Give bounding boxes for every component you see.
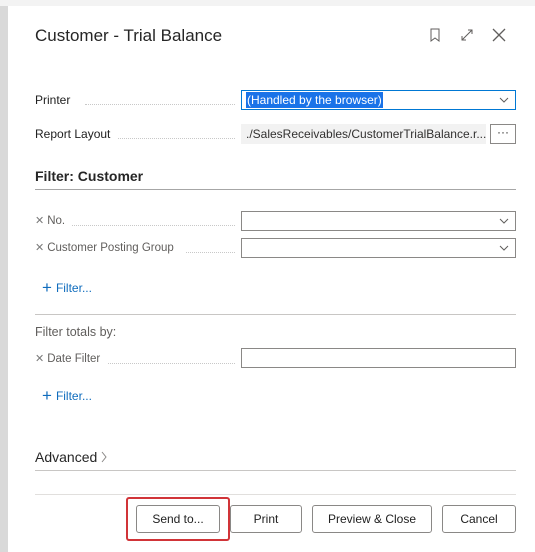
printer-leader-dots	[85, 103, 235, 105]
posting-group-leader-dots	[186, 251, 235, 253]
cancel-button[interactable]: Cancel	[442, 505, 516, 533]
footer-divider	[35, 494, 516, 495]
plus-icon: +	[42, 278, 52, 297]
remove-filter-icon[interactable]: ✕	[35, 215, 44, 227]
highlight-annotation	[126, 497, 230, 541]
background-app-edge	[0, 6, 8, 552]
chevron-down-icon	[499, 97, 509, 103]
section-divider	[35, 189, 516, 190]
filter-field-date-label[interactable]: ✕ Date Filter	[35, 352, 100, 365]
printer-value: (Handled by the browser)	[246, 92, 383, 108]
section-divider	[35, 314, 516, 315]
filter-totals-heading: Filter totals by:	[35, 325, 117, 339]
add-customer-filter-link[interactable]: + Filter...	[42, 278, 92, 297]
advanced-toggle[interactable]: Advanced	[35, 449, 108, 465]
plus-icon: +	[42, 386, 52, 405]
report-layout-leader-dots	[118, 137, 235, 139]
date-filter-input[interactable]	[241, 348, 516, 368]
filter-field-posting-group-label[interactable]: ✕ Customer Posting Group	[35, 241, 174, 254]
preview-close-button[interactable]: Preview & Close	[312, 505, 432, 533]
remove-filter-icon[interactable]: ✕	[35, 353, 44, 365]
add-totals-filter-link[interactable]: + Filter...	[42, 386, 92, 405]
bookmark-icon[interactable]	[427, 27, 443, 43]
section-divider	[35, 470, 516, 471]
filter-posting-group-input[interactable]	[241, 238, 516, 258]
chevron-down-icon	[499, 218, 509, 224]
close-icon[interactable]	[491, 27, 507, 43]
no-leader-dots	[72, 224, 235, 226]
dialog-title: Customer - Trial Balance	[35, 26, 223, 45]
date-filter-leader-dots	[108, 362, 235, 364]
remove-filter-icon[interactable]: ✕	[35, 242, 44, 254]
report-layout-label: Report Layout	[35, 127, 111, 141]
chevron-down-icon	[499, 245, 509, 251]
expand-icon[interactable]	[459, 27, 475, 43]
assist-edit-button[interactable]: ···	[490, 124, 516, 144]
report-layout-field[interactable]: ./SalesReceivables/CustomerTrialBalance.…	[241, 124, 486, 144]
dialog-header-actions	[427, 27, 507, 43]
printer-select[interactable]: (Handled by the browser)	[241, 90, 516, 110]
print-button[interactable]: Print	[230, 505, 302, 533]
filter-field-no-label[interactable]: ✕ No.	[35, 214, 65, 227]
filter-no-input[interactable]	[241, 211, 516, 231]
printer-label: Printer	[35, 93, 71, 107]
chevron-right-icon	[101, 451, 107, 463]
report-request-dialog: Customer - Trial Balance Printer (Handle…	[8, 6, 535, 552]
filter-customer-heading: Filter: Customer	[35, 168, 144, 184]
